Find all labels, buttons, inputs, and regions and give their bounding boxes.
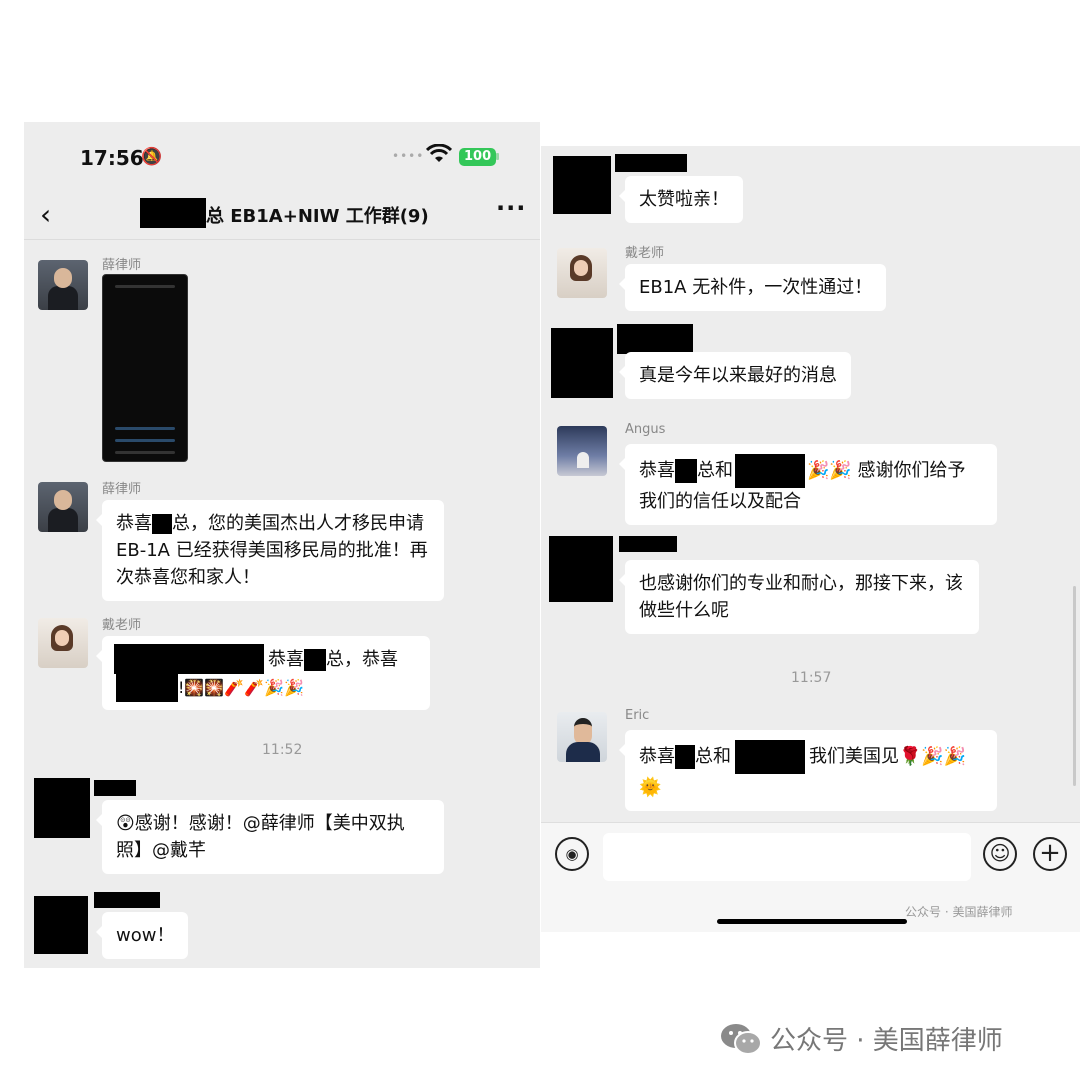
avatar[interactable] [557,712,607,762]
redaction-block [735,740,805,774]
message-bubble[interactable]: 恭喜 总和 我们美国见🌹🎉🎉🌞 [619,730,997,811]
avatar[interactable] [38,482,88,532]
plus-icon[interactable]: + [1033,837,1067,871]
redaction-block [94,780,136,796]
avatar[interactable] [549,536,613,602]
battery-indicator: 100 [459,148,497,166]
timestamp: 11:57 [791,670,832,686]
message-text: 恭喜 [116,513,152,534]
avatar[interactable] [34,896,88,954]
message-input[interactable] [603,833,971,881]
message-text: 恭喜 [268,649,304,670]
back-chevron-icon[interactable]: ‹ [40,198,51,231]
home-indicator[interactable] [717,919,907,924]
redaction-block [675,459,697,483]
avatar[interactable] [557,248,607,298]
message-bubble[interactable]: wow！ [95,912,189,959]
redaction-block [617,324,693,354]
redaction-block [615,154,687,172]
redaction-block [619,536,677,552]
redaction-block [735,454,805,488]
status-time: 17:56 [80,146,144,170]
scrollbar-thumb[interactable] [1073,586,1076,786]
message-text: 太赞啦亲！ [639,189,729,210]
right-chat-screenshot: 太赞啦亲！ 戴老师 EB1A 无补件，一次性通过！ 真是今年以来最好的消息 An… [541,146,1080,932]
wifi-icon [426,144,452,162]
emoji-icon[interactable]: ☺ [983,837,1017,871]
battery-tip [496,153,499,160]
message-text: 😲感谢！感谢！@薛律师【美中双执照】@戴芊 [116,813,405,861]
message-text: 真是今年以来最好的消息 [639,365,837,386]
sender-name: 戴老师 [625,246,665,261]
redaction-block [152,514,172,534]
message-text: 总和 [695,746,731,767]
redaction-block [114,644,264,674]
signal-dots-icon: •••• [392,149,425,163]
sender-name: Eric [625,708,650,723]
group-chat-title: 总 EB1A+NIW 工作群(9) [206,206,429,227]
avatar[interactable] [38,618,88,668]
message-bubble[interactable]: 😲感谢！感谢！@薛律师【美中双执照】@戴芊 [96,800,444,874]
more-options-icon[interactable]: ··· [496,194,526,222]
avatar[interactable] [38,260,88,310]
message-text: !🎇🎇🧨🧨🎉🎉 [178,678,304,697]
page: 17:56 🔕 •••• 100 ‹ 总 EB1A+NIW 工作群(9) ···… [0,0,1080,1080]
message-text: 总和 [697,460,733,481]
watermark-text: 公众号 · 美国薛律师 [770,1026,1003,1056]
image-message-thumbnail[interactable] [102,274,188,462]
redaction-block [116,674,178,702]
message-text: wow！ [116,925,175,946]
chat-navbar: ‹ 总 EB1A+NIW 工作群(9) ··· [24,192,540,240]
redaction-block [140,198,206,228]
wechat-icon [721,1024,762,1055]
message-text: 恭喜 [639,460,675,481]
message-bubble[interactable]: 恭喜 总和 🎉🎉 感谢你们给予我们的信任以及配合 [619,444,997,525]
message-bubble[interactable]: 也感谢你们的专业和耐心，那接下来，该做些什么呢 [619,560,979,634]
message-text: 总，恭喜 [326,649,398,670]
left-chat-screenshot: 17:56 🔕 •••• 100 ‹ 总 EB1A+NIW 工作群(9) ···… [24,122,540,968]
message-bubble[interactable]: 太赞啦亲！ [619,176,743,223]
message-bubble[interactable]: 恭喜 总，恭喜 !🎇🎇🧨🧨🎉🎉 [96,636,430,710]
message-text: EB1A 无补件，一次性通过！ [639,277,873,298]
sender-name: 戴老师 [102,618,142,633]
redaction-block [304,649,326,671]
message-bubble[interactable]: EB1A 无补件，一次性通过！ [618,264,887,311]
redaction-block [675,745,695,769]
status-bar: 17:56 🔕 •••• 100 [24,122,540,192]
message-bubble[interactable]: 真是今年以来最好的消息 [619,352,851,399]
chat-input-bar: ◉ ☺ + 公众号 · 美国薛律师 [541,822,1080,932]
sender-name: 薛律师 [102,258,142,273]
message-text: 也感谢你们的专业和耐心，那接下来，该做些什么呢 [639,573,963,621]
timestamp: 11:52 [262,742,303,758]
watermark-small: 公众号 · 美国薛律师 [905,905,1013,919]
avatar[interactable] [557,426,607,476]
voice-input-icon[interactable]: ◉ [555,837,589,871]
avatar[interactable] [553,156,611,214]
avatar[interactable] [551,328,613,398]
avatar[interactable] [34,778,90,838]
message-text: 恭喜 [639,746,675,767]
mute-bell-icon: 🔕 [141,147,163,167]
sender-name: Angus [625,422,666,437]
message-bubble[interactable]: 恭喜 总，您的美国杰出人才移民申请 EB-1A 已经获得美国移民局的批准！再次恭喜… [96,500,444,601]
redaction-block [94,892,160,908]
sender-name: 薛律师 [102,482,142,497]
